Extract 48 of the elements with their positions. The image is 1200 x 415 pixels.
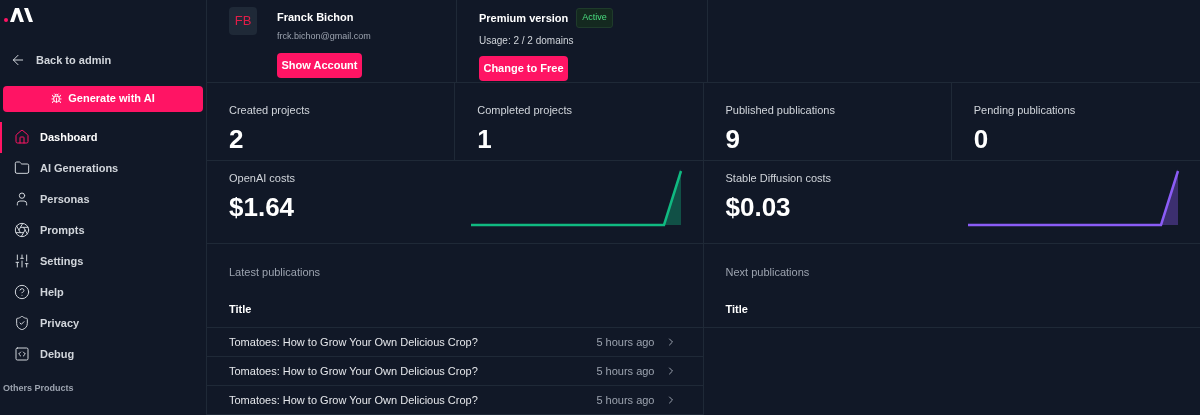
stat-value: 0 <box>973 123 990 157</box>
column-header: Title <box>703 280 1200 328</box>
home-icon <box>14 129 30 145</box>
stat-label: Pending publications <box>973 102 1077 118</box>
section-title: Others Products <box>3 381 75 395</box>
cost-value: $1.64 <box>229 191 296 224</box>
sidebar-item[interactable]: AI Generations <box>0 152 206 184</box>
change-plan-button[interactable]: Change to Free <box>479 55 568 81</box>
sidebar-item[interactable]: Debug <box>0 338 206 370</box>
folder-icon <box>14 160 30 176</box>
cost-value: $0.03 <box>725 191 792 224</box>
cost-label: OpenAI costs <box>229 170 296 186</box>
stat-value: 2 <box>229 123 245 157</box>
generate-button[interactable]: Generate with AI <box>3 85 203 112</box>
usage-text: Usage: 2 / 2 domains <box>479 33 575 48</box>
logo-icon <box>3 8 35 22</box>
publication-row[interactable]: Tomatoes: How to Grow Your Own Delicious Crop? 5 hours ago <box>207 357 703 386</box>
column-header: Title <box>207 280 703 328</box>
sidebar-item[interactable]: Personas <box>0 183 206 215</box>
code-icon <box>14 346 30 362</box>
sidebar-item[interactable]: Prompts <box>0 214 206 246</box>
bug-icon <box>51 93 63 104</box>
user-email: frck.bichon@gmail.com <box>277 29 371 43</box>
plan-name: Premium version <box>479 10 569 26</box>
person-icon <box>14 191 30 207</box>
publication-row[interactable]: Tomatoes: How to Grow Your Own Delicious Crop? 5 hours ago <box>207 328 703 357</box>
stat-label: Completed projects <box>477 102 574 118</box>
stat-label: Published publications <box>725 102 836 118</box>
stat-label: Created projects <box>229 102 311 118</box>
sidebar-item[interactable]: Dashboard <box>0 121 206 153</box>
sidebar-item[interactable]: Settings <box>0 245 206 277</box>
aperture-icon <box>14 222 30 238</box>
help-icon <box>14 284 30 300</box>
section-title: Next publications <box>724 265 811 280</box>
section-title: Latest publications <box>228 265 322 280</box>
back-link[interactable]: Back to admin <box>10 52 206 69</box>
user-name: Franck Bichon <box>277 10 355 25</box>
cost-label: Stable Diffusion costs <box>725 170 832 186</box>
avatar: FB <box>229 7 257 35</box>
stat-value: 9 <box>725 123 741 157</box>
sliders-icon <box>14 253 30 269</box>
shield-icon <box>14 315 30 331</box>
show-account-button[interactable]: Show Account <box>277 53 362 78</box>
stat-value: 1 <box>477 123 493 157</box>
publication-row[interactable]: Tomatoes: How to Grow Your Own Delicious Crop? 5 hours ago <box>207 386 703 415</box>
sidebar-item[interactable]: Help <box>0 276 206 308</box>
sidebar-item[interactable]: Privacy <box>0 307 206 339</box>
status-badge: Active <box>576 8 613 28</box>
